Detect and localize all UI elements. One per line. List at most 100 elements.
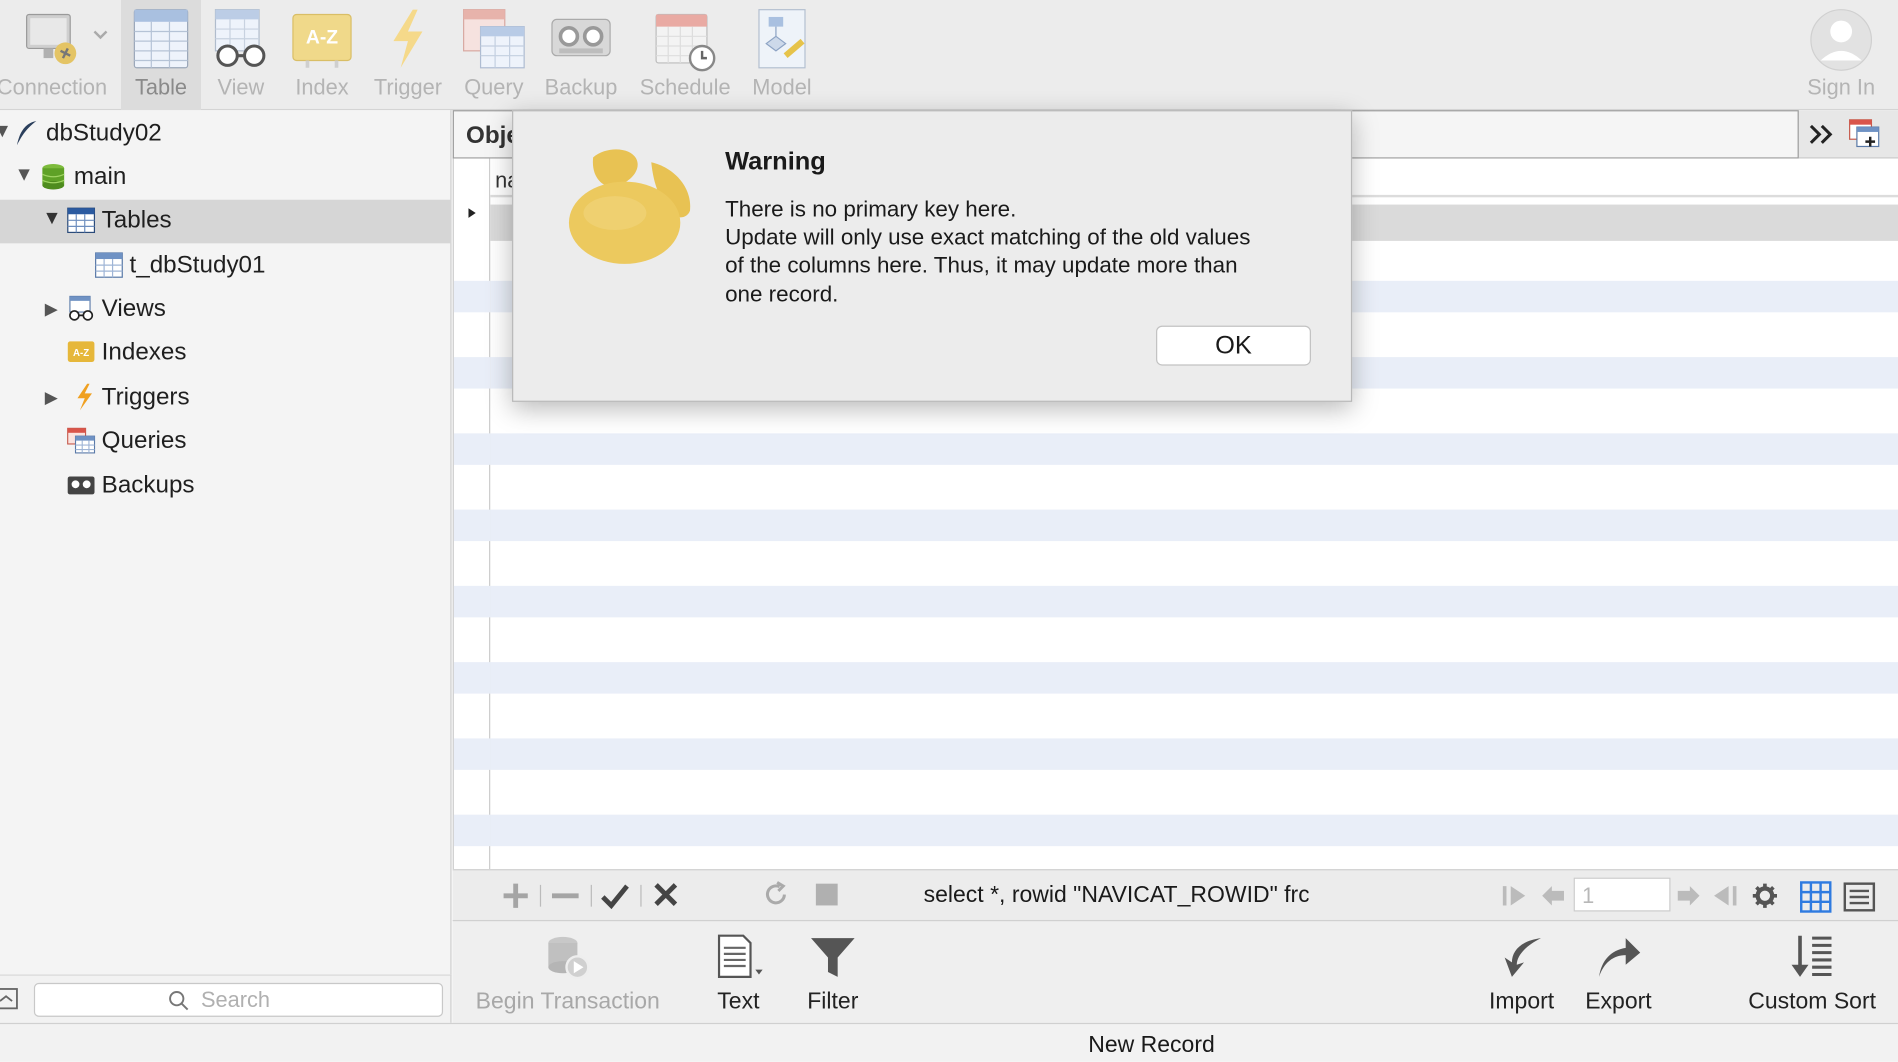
toolbar-table-button[interactable]: Table bbox=[121, 0, 201, 111]
toolbar-view-label: View bbox=[217, 75, 265, 100]
ok-button[interactable]: OK bbox=[1156, 325, 1311, 366]
search-field[interactable]: Search bbox=[33, 982, 444, 1017]
toolbar-query-button[interactable]: Query bbox=[455, 0, 532, 110]
tables-icon bbox=[67, 207, 96, 234]
disclosure-expanded-icon[interactable]: ▼ bbox=[0, 121, 12, 143]
sign-in-button[interactable]: Sign In bbox=[1796, 0, 1886, 110]
tree-item-table-t-dbstudy01[interactable]: t_dbStudy01 bbox=[0, 245, 452, 289]
index-icon: A-Z bbox=[292, 13, 352, 68]
export-button[interactable]: Export bbox=[1578, 921, 1658, 1024]
warning-dialog: Warning There is no primary key here. Up… bbox=[512, 110, 1353, 402]
tree-label-views: Views bbox=[101, 295, 166, 322]
grid-row[interactable] bbox=[490, 509, 1898, 542]
dialog-message: There is no primary key here. Update wil… bbox=[725, 195, 1306, 307]
dialog-title: Warning bbox=[725, 147, 826, 176]
tree-item-triggers[interactable]: ▶ Triggers bbox=[0, 376, 452, 420]
table-icon bbox=[133, 9, 189, 69]
toolbar-model-button[interactable]: Model bbox=[743, 0, 820, 110]
text-document-icon bbox=[717, 934, 763, 978]
grid-row[interactable] bbox=[490, 585, 1898, 618]
tree-label-database: dbStudy02 bbox=[45, 119, 162, 147]
toolbar-view-button[interactable]: View bbox=[203, 0, 278, 110]
tree-item-backups[interactable]: Backups bbox=[0, 465, 452, 509]
text-view-label: Text bbox=[717, 988, 760, 1015]
add-record-icon[interactable] bbox=[501, 881, 530, 910]
indexes-icon: A-Z bbox=[67, 341, 95, 362]
toolbar-table-label: Table bbox=[134, 75, 188, 100]
toolbar-schedule-label: Schedule bbox=[639, 75, 731, 100]
custom-sort-button[interactable]: Custom Sort bbox=[1738, 921, 1886, 1024]
page-number-input[interactable]: 1 bbox=[1573, 877, 1671, 912]
begin-transaction-label: Begin Transaction bbox=[475, 988, 660, 1015]
filter-label: Filter bbox=[807, 988, 859, 1015]
sidebar-toggle-icon[interactable] bbox=[0, 985, 19, 1012]
disclosure-expanded-icon[interactable]: ▼ bbox=[15, 165, 34, 187]
begin-transaction-button[interactable]: Begin Transaction bbox=[465, 921, 671, 1024]
dialog-message-line: of the columns here. Thus, it may update… bbox=[725, 252, 1238, 278]
view-icon bbox=[214, 9, 266, 67]
double-chevron-right-icon[interactable] bbox=[1806, 122, 1837, 146]
toolbar-trigger-label: Trigger bbox=[373, 75, 443, 100]
disclosure-collapsed-icon[interactable]: ▶ bbox=[45, 299, 58, 320]
custom-sort-label: Custom Sort bbox=[1748, 988, 1877, 1015]
backups-icon bbox=[67, 476, 95, 495]
stop-icon[interactable] bbox=[813, 881, 840, 908]
tree-item-queries[interactable]: Queries bbox=[0, 420, 452, 464]
begin-transaction-icon bbox=[548, 936, 590, 980]
previous-page-icon[interactable] bbox=[1540, 884, 1567, 908]
text-view-button[interactable]: Text bbox=[700, 921, 777, 1024]
grid-row[interactable] bbox=[490, 814, 1898, 847]
last-page-icon[interactable] bbox=[1712, 884, 1739, 908]
tree-item-schema[interactable]: ▼ main bbox=[0, 156, 452, 200]
grid-row[interactable] bbox=[490, 738, 1898, 770]
import-button[interactable]: Import bbox=[1482, 921, 1562, 1024]
triggers-icon bbox=[77, 383, 92, 411]
bottom-toolbar: Begin Transaction Text Filter Import Exp… bbox=[452, 919, 1898, 1024]
tree-item-views[interactable]: ▶ Views bbox=[0, 288, 452, 332]
status-text: New Record bbox=[1088, 1032, 1215, 1058]
disclosure-expanded-icon[interactable]: ▼ bbox=[42, 208, 61, 230]
apply-changes-icon[interactable] bbox=[600, 881, 629, 910]
discard-changes-icon[interactable] bbox=[652, 881, 679, 908]
new-tab-table-icon[interactable] bbox=[1847, 117, 1881, 151]
delete-record-icon[interactable] bbox=[550, 881, 581, 910]
toolbar-index-label: Index bbox=[295, 75, 349, 100]
toolbar-connection-button[interactable]: Connection bbox=[0, 0, 114, 110]
sign-in-label: Sign In bbox=[1807, 75, 1876, 100]
toolbar-index-button[interactable]: A-Z Index bbox=[283, 0, 360, 110]
toolbar-trigger-button[interactable]: Trigger bbox=[366, 0, 451, 110]
connection-icon bbox=[26, 13, 77, 65]
page-number-value: 1 bbox=[1582, 883, 1595, 908]
sqlite-feather-icon bbox=[16, 121, 37, 146]
dialog-message-line: There is no primary key here. bbox=[725, 196, 1017, 222]
sql-query-text: select *, rowid "NAVICAT_ROWID" frc bbox=[923, 882, 1309, 908]
trigger-icon bbox=[393, 9, 423, 68]
import-label: Import bbox=[1488, 988, 1555, 1015]
first-page-icon[interactable] bbox=[1501, 884, 1528, 908]
toolbar-backup-button[interactable]: Backup bbox=[537, 0, 624, 110]
tree-item-indexes[interactable]: A-Z Indexes bbox=[0, 332, 452, 376]
gear-icon[interactable] bbox=[1752, 882, 1779, 909]
next-page-icon[interactable] bbox=[1675, 884, 1702, 908]
tree-label-schema: main bbox=[73, 163, 127, 191]
grid-view-icon[interactable] bbox=[1799, 880, 1833, 914]
tree-label-triggers: Triggers bbox=[101, 383, 190, 411]
refresh-icon[interactable] bbox=[761, 880, 790, 909]
navicat-logo-icon bbox=[568, 149, 691, 264]
grid-row[interactable] bbox=[490, 433, 1898, 465]
grid-row[interactable] bbox=[490, 662, 1898, 694]
tree-item-tables[interactable]: ▼ Tables bbox=[0, 199, 452, 244]
disclosure-collapsed-icon[interactable]: ▶ bbox=[45, 387, 58, 408]
chevron-down-icon[interactable] bbox=[92, 29, 109, 41]
tree-label-backups: Backups bbox=[101, 472, 195, 499]
current-row-marker-icon bbox=[468, 208, 476, 218]
form-view-icon[interactable] bbox=[1842, 880, 1876, 914]
views-icon bbox=[69, 295, 94, 321]
tree-item-database[interactable]: ▼ dbStudy02 bbox=[0, 113, 452, 157]
import-icon bbox=[1504, 938, 1541, 977]
filter-button[interactable]: Filter bbox=[794, 921, 871, 1024]
tree-label-queries: Queries bbox=[101, 427, 187, 454]
svg-text:A-Z: A-Z bbox=[73, 348, 89, 359]
query-icon bbox=[463, 9, 525, 69]
toolbar-schedule-button[interactable]: Schedule bbox=[632, 0, 739, 110]
